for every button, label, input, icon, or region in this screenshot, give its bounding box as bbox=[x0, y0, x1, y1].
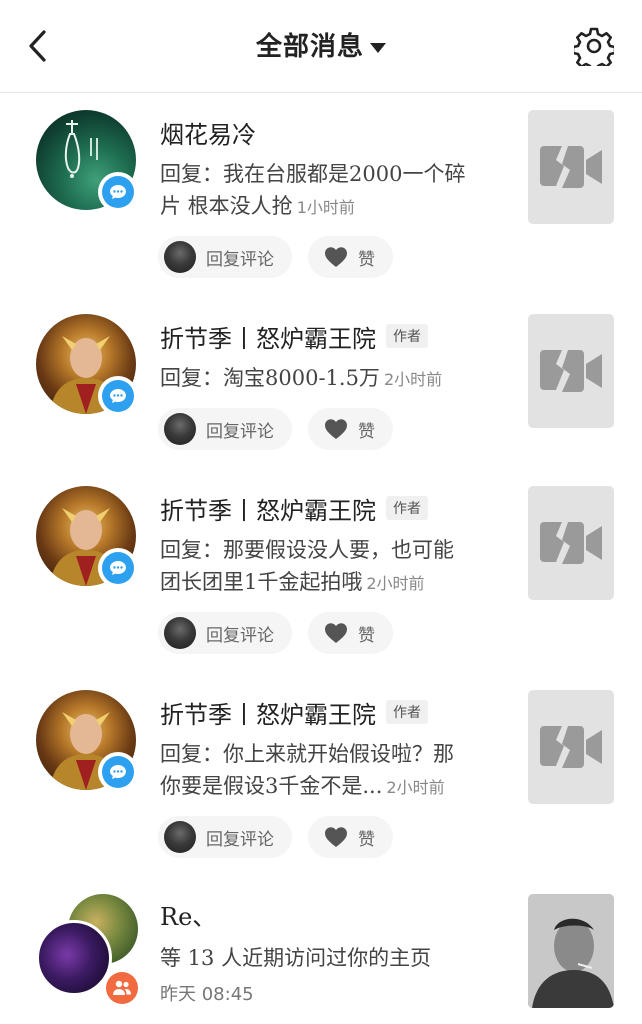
like-button[interactable]: 赞 bbox=[308, 236, 393, 278]
sender-name[interactable]: 折节季丨怒炉霸王院 bbox=[160, 695, 376, 730]
timestamp: 2小时前 bbox=[383, 370, 443, 389]
reply-line: 回复：我在台服都是2000一个碎 bbox=[160, 162, 466, 186]
reply-comment-button[interactable]: 回复评论 bbox=[158, 236, 292, 278]
visitors-summary: 等 13 人近期访问过你的主页 bbox=[160, 946, 432, 970]
author-badge: 作者 bbox=[386, 324, 428, 348]
sender-name[interactable]: 折节季丨怒炉霸王院 bbox=[160, 491, 376, 526]
sender-name[interactable]: 折节季丨怒炉霸王院 bbox=[160, 319, 376, 354]
comment-badge bbox=[98, 548, 138, 588]
my-avatar bbox=[164, 617, 196, 649]
visitor-photo-thumbnail[interactable] bbox=[528, 894, 614, 1008]
reply-comment-label: 回复评论 bbox=[206, 249, 274, 270]
comment-badge bbox=[98, 752, 138, 792]
action-row: 回复评论 赞 bbox=[158, 612, 393, 654]
video-thumbnail[interactable] bbox=[528, 690, 614, 804]
caret-down-icon bbox=[370, 42, 386, 53]
user-avatar[interactable] bbox=[36, 690, 138, 792]
like-label: 赞 bbox=[358, 249, 375, 270]
sender-name[interactable]: 烟花易冷 bbox=[160, 115, 256, 150]
reply-line: 回复：那要假设没人要，也可能 bbox=[160, 538, 454, 562]
my-avatar bbox=[164, 821, 196, 853]
heart-icon bbox=[325, 419, 347, 439]
visitors-text: 等 13 人近期访问过你的主页 bbox=[160, 942, 520, 974]
people-icon bbox=[113, 980, 131, 995]
reply-text: 回复：我在台服都是2000一个碎 片 根本没人抢 1小时前 bbox=[160, 158, 500, 224]
timestamp: 2小时前 bbox=[386, 778, 445, 797]
visitor-avatars[interactable] bbox=[36, 894, 142, 1008]
reply-line: 团长团里1千金起拍哦 bbox=[160, 570, 363, 594]
like-button[interactable]: 赞 bbox=[308, 816, 393, 858]
reply-line: 你要是假设3千金不是... bbox=[160, 774, 383, 798]
visitor-avatar-front bbox=[36, 920, 112, 996]
heart-icon bbox=[325, 827, 347, 847]
name-line: 折节季丨怒炉霸王院 作者 bbox=[160, 695, 428, 730]
reply-comment-button[interactable]: 回复评论 bbox=[158, 408, 292, 450]
like-button[interactable]: 赞 bbox=[308, 612, 393, 654]
user-avatar[interactable] bbox=[36, 314, 138, 416]
page-title: 全部消息 bbox=[255, 32, 364, 62]
like-label: 赞 bbox=[358, 625, 375, 646]
reply-comment-label: 回复评论 bbox=[206, 829, 274, 850]
action-row: 回复评论 赞 bbox=[158, 236, 393, 278]
video-thumbnail[interactable] bbox=[528, 486, 614, 600]
comment-badge bbox=[98, 376, 138, 416]
reply-text: 回复：你上来就开始假设啦？那 你要是假设3千金不是... 2小时前 bbox=[160, 738, 500, 804]
gear-icon[interactable] bbox=[574, 26, 614, 66]
like-button[interactable]: 赞 bbox=[308, 408, 393, 450]
broken-video-icon bbox=[540, 726, 602, 768]
user-avatar[interactable] bbox=[36, 110, 138, 212]
top-bar: 全部消息 bbox=[0, 0, 642, 93]
my-avatar bbox=[164, 241, 196, 273]
reply-comment-button[interactable]: 回复评论 bbox=[158, 816, 292, 858]
comment-bubble-icon bbox=[110, 561, 126, 575]
portrait-image bbox=[528, 894, 614, 1008]
reply-text: 回复：淘宝8000-1.5万 2小时前 bbox=[160, 362, 500, 396]
reply-line: 回复：你上来就开始假设啦？那 bbox=[160, 742, 454, 766]
reply-text: 回复：那要假设没人要，也可能 团长团里1千金起拍哦 2小时前 bbox=[160, 534, 500, 600]
timestamp: 昨天 08:45 bbox=[160, 984, 254, 1005]
author-badge: 作者 bbox=[386, 700, 428, 724]
timestamp: 2小时前 bbox=[366, 574, 425, 593]
reply-comment-label: 回复评论 bbox=[206, 625, 274, 646]
action-row: 回复评论 赞 bbox=[158, 816, 393, 858]
timestamp: 1小时前 bbox=[296, 198, 355, 217]
like-label: 赞 bbox=[358, 421, 375, 442]
my-avatar bbox=[164, 413, 196, 445]
comment-bubble-icon bbox=[110, 765, 126, 779]
user-avatar[interactable] bbox=[36, 486, 138, 588]
broken-video-icon bbox=[540, 146, 602, 188]
reply-line: 回复：淘宝8000-1.5万 bbox=[160, 366, 380, 390]
visitors-badge bbox=[102, 968, 142, 1008]
name-line: Re、 bbox=[160, 897, 216, 932]
comment-bubble-icon bbox=[110, 185, 126, 199]
comment-bubble-icon bbox=[110, 389, 126, 403]
heart-icon bbox=[325, 247, 347, 267]
broken-video-icon bbox=[540, 522, 602, 564]
title-dropdown[interactable]: 全部消息 bbox=[0, 26, 642, 63]
heart-icon bbox=[325, 623, 347, 643]
video-thumbnail[interactable] bbox=[528, 110, 614, 224]
broken-video-icon bbox=[540, 350, 602, 392]
name-line: 折节季丨怒炉霸王院 作者 bbox=[160, 491, 428, 526]
reply-comment-button[interactable]: 回复评论 bbox=[158, 612, 292, 654]
reply-line: 片 根本没人抢 bbox=[160, 194, 293, 218]
like-label: 赞 bbox=[358, 829, 375, 850]
author-badge: 作者 bbox=[386, 496, 428, 520]
name-line: 烟花易冷 bbox=[160, 115, 256, 150]
visitor-name[interactable]: Re、 bbox=[160, 897, 216, 932]
video-thumbnail[interactable] bbox=[528, 314, 614, 428]
action-row: 回复评论 赞 bbox=[158, 408, 393, 450]
reply-comment-label: 回复评论 bbox=[206, 421, 274, 442]
name-line: 折节季丨怒炉霸王院 作者 bbox=[160, 319, 428, 354]
comment-badge bbox=[98, 172, 138, 212]
